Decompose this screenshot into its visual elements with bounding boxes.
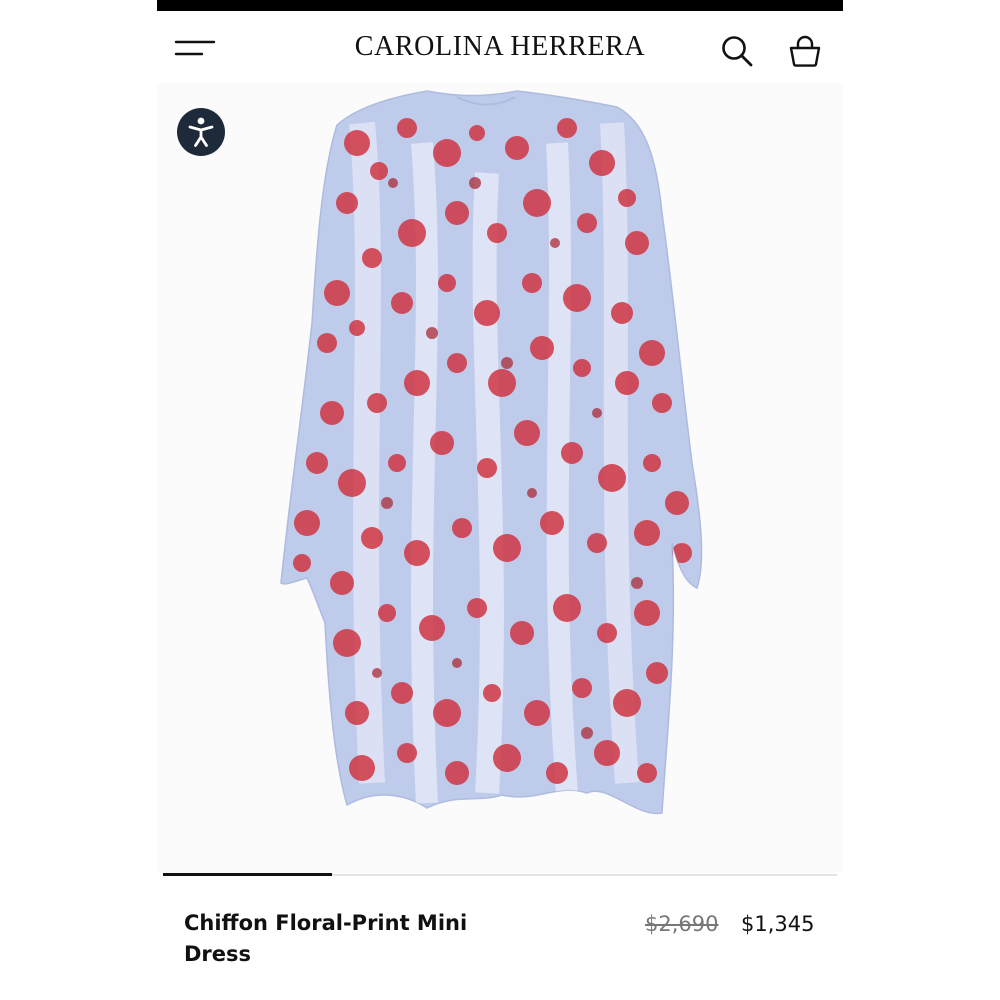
top-status-strip — [157, 0, 843, 11]
accessibility-button[interactable] — [177, 108, 225, 156]
search-icon[interactable] — [719, 33, 755, 69]
product-image-gallery[interactable] — [157, 83, 843, 873]
product-name[interactable]: Chiffon Floral-Print Mini Dress — [184, 908, 504, 970]
accessibility-person-icon — [188, 117, 214, 147]
product-page: CAROLINA HERRERA Chiffon Floral-Print Mi… — [157, 0, 843, 1000]
gallery-progress-track — [163, 873, 837, 876]
gallery-progress-fill — [163, 873, 332, 876]
shopping-bag-icon[interactable] — [785, 31, 825, 71]
product-image[interactable] — [157, 83, 843, 873]
hamburger-menu-icon[interactable] — [174, 38, 216, 60]
original-price: $2,690 — [645, 912, 719, 936]
sale-price: $1,345 — [741, 912, 815, 936]
brand-logo[interactable]: CAROLINA HERRERA — [297, 31, 703, 63]
site-header: CAROLINA HERRERA — [157, 11, 843, 83]
